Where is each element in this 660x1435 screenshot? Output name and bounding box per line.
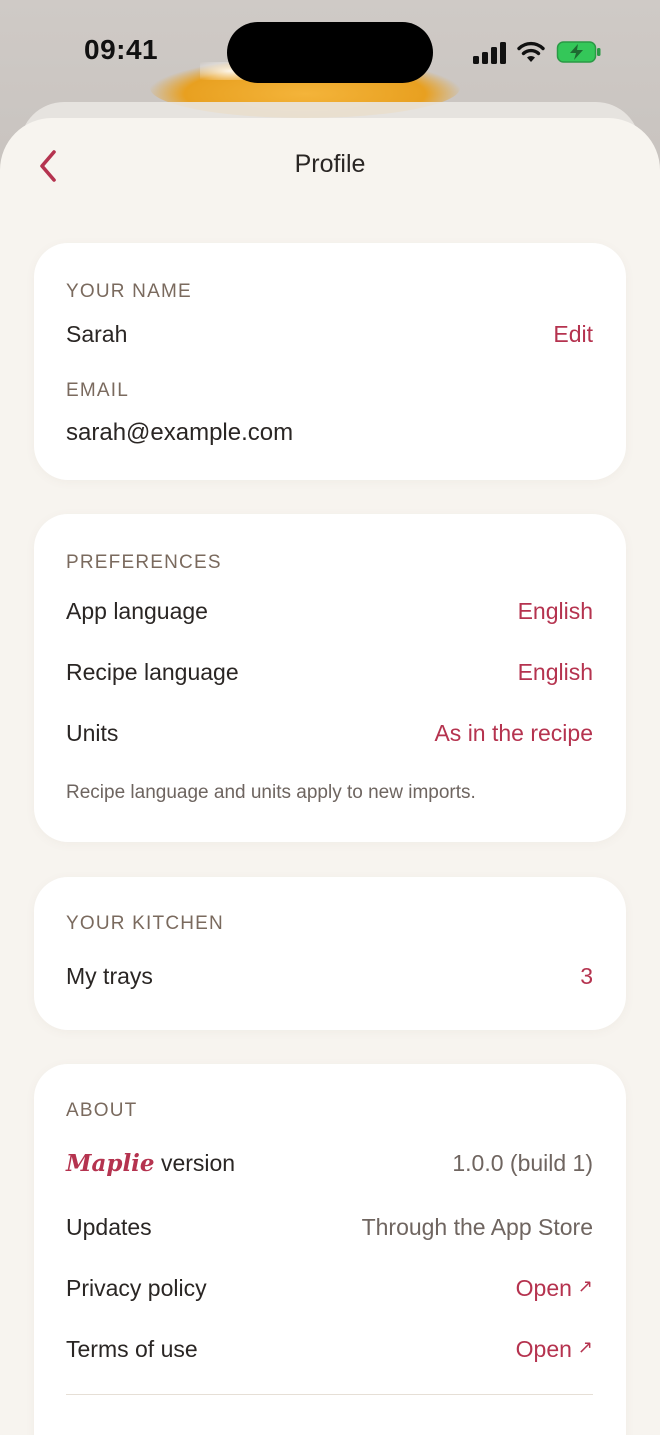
edit-name-button[interactable]: Edit: [553, 321, 593, 348]
about-divider: [66, 1394, 593, 1395]
wifi-icon: [517, 41, 545, 62]
app-language-row[interactable]: App language English: [34, 582, 626, 638]
updates-value: Through the App Store: [361, 1214, 593, 1240]
app-language-value: English: [517, 598, 593, 624]
status-bar: 09:41: [0, 0, 660, 104]
my-trays-label: My trays: [66, 963, 153, 989]
app-version-label: Maplie version: [66, 1150, 235, 1177]
terms-of-use-row[interactable]: Terms of use Open ↗: [34, 1321, 626, 1377]
external-link-icon: ↗: [577, 1337, 593, 1357]
kitchen-section-label: YOUR KITCHEN: [66, 913, 224, 934]
my-trays-count: 3: [580, 963, 593, 989]
recipe-language-label: Recipe language: [66, 659, 239, 685]
recipe-language-row[interactable]: Recipe language English: [34, 643, 626, 699]
battery-charging-icon: [556, 41, 601, 63]
about-card: ABOUT Maplie version 1.0.0 (build 1) Upd…: [34, 1064, 626, 1435]
email-section-label: EMAIL: [66, 380, 130, 401]
app-version-value: 1.0.0 (build 1): [452, 1150, 593, 1176]
kitchen-card: YOUR KITCHEN My trays 3: [34, 877, 626, 1030]
privacy-policy-row[interactable]: Privacy policy Open ↗: [34, 1260, 626, 1316]
account-card: YOUR NAME Sarah Edit EMAIL sarah@example…: [34, 243, 626, 480]
units-row[interactable]: Units As in the recipe: [34, 704, 626, 760]
terms-of-use-label: Terms of use: [66, 1336, 198, 1362]
signal-icon: [473, 42, 506, 64]
privacy-open-text: Open: [515, 1275, 572, 1301]
name-value: Sarah: [66, 321, 128, 347]
about-section-label: ABOUT: [66, 1100, 138, 1121]
privacy-policy-open-link: Open ↗: [516, 1275, 593, 1302]
maplie-brand-name: Maplie: [66, 1150, 155, 1177]
page-title: Profile: [294, 150, 366, 178]
units-value: As in the recipe: [434, 720, 593, 746]
updates-label: Updates: [66, 1214, 152, 1240]
profile-sheet: Profile YOUR NAME Sarah Edit EMAIL sarah…: [0, 118, 660, 1435]
recipe-language-value: English: [517, 659, 593, 685]
status-time: 09:41: [84, 34, 159, 65]
email-value: sarah@example.com: [66, 419, 294, 446]
dynamic-island: [227, 22, 433, 83]
app-language-label: App language: [66, 598, 208, 624]
preferences-section-label: PREFERENCES: [66, 552, 222, 573]
terms-of-use-open-link: Open ↗: [516, 1336, 593, 1363]
my-trays-row[interactable]: My trays 3: [34, 947, 626, 1003]
external-link-icon: ↗: [577, 1276, 593, 1296]
units-label: Units: [66, 720, 119, 746]
privacy-policy-label: Privacy policy: [66, 1275, 207, 1301]
name-section-label: YOUR NAME: [66, 281, 192, 302]
version-word: version: [160, 1150, 236, 1176]
preferences-note: Recipe language and units apply to new i…: [66, 782, 476, 803]
nav-bar: Profile: [0, 118, 660, 214]
preferences-card: PREFERENCES App language English Recipe …: [34, 514, 626, 842]
terms-open-text: Open: [515, 1336, 572, 1362]
